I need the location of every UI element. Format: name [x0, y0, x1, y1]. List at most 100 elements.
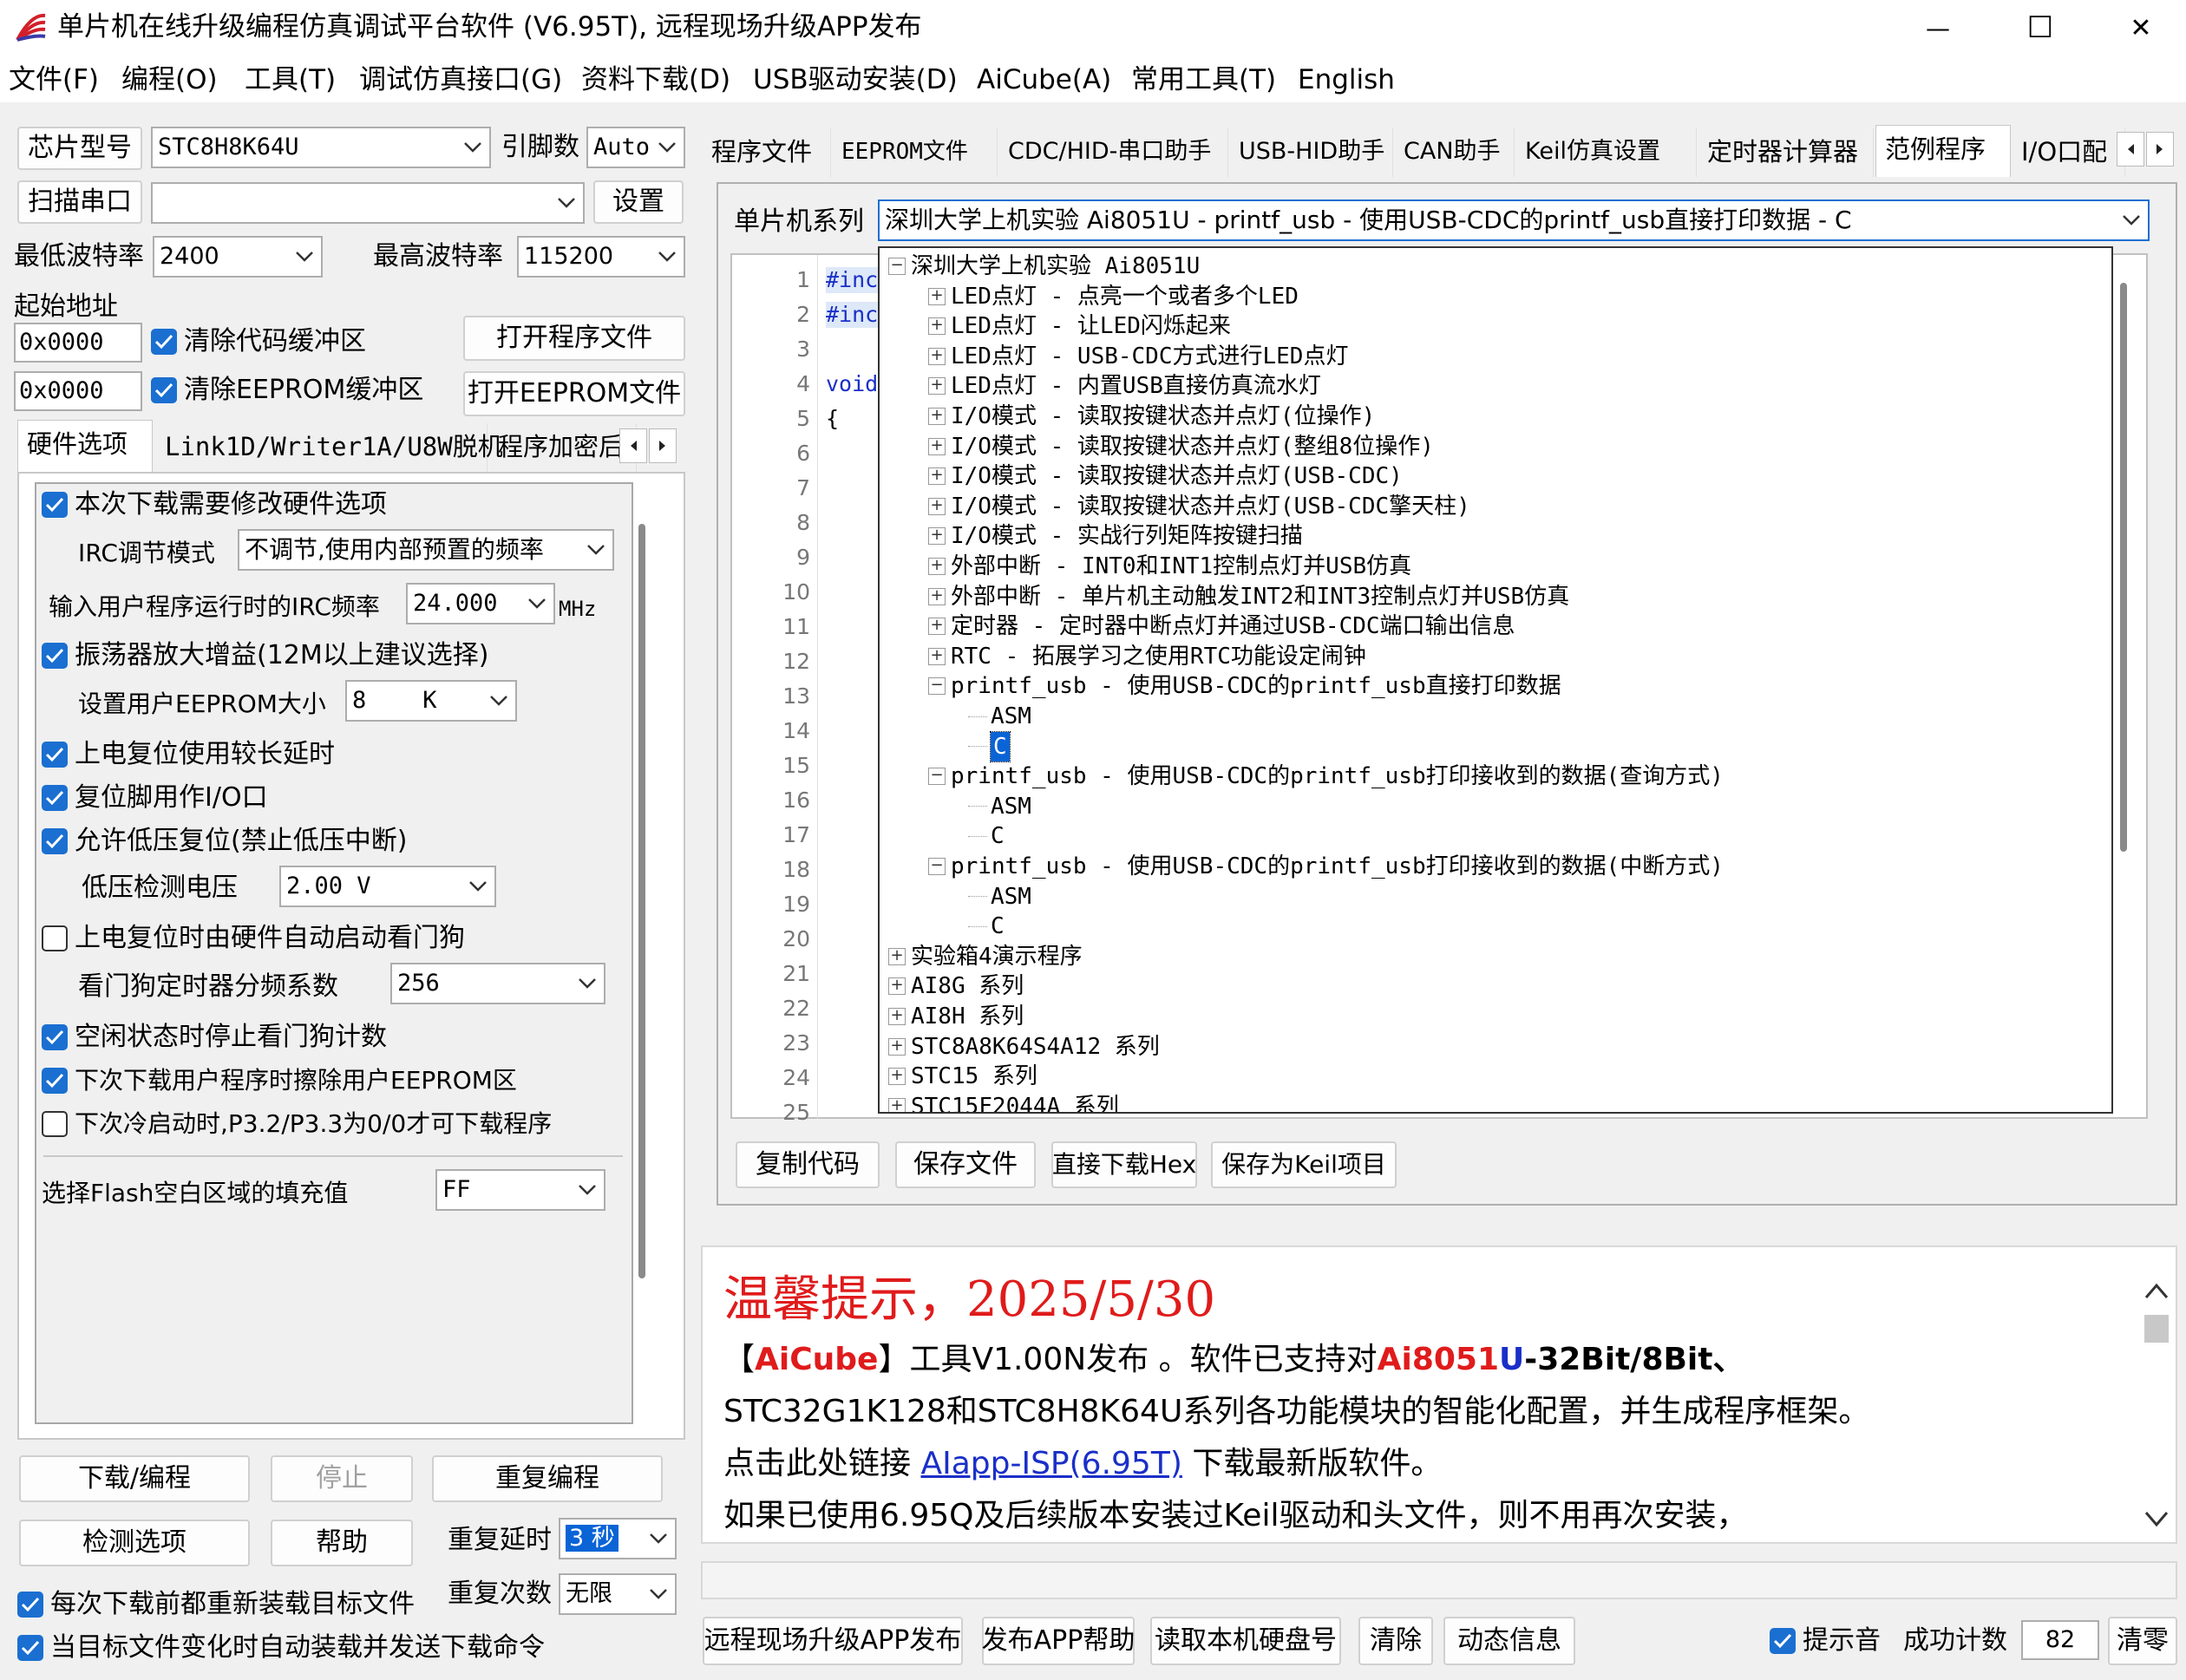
tree-node[interactable]: + RTC - 拓展学习之使用RTC功能设定闹钟 [928, 642, 1366, 671]
expand-icon[interactable]: + [928, 377, 946, 395]
tree-node[interactable]: + 实验箱4演示程序 [888, 942, 1083, 971]
reset-pin-io-checkbox[interactable]: 复位脚用作I/O口 [42, 781, 268, 815]
scan-port-button[interactable]: 扫描串口 [17, 180, 142, 224]
collapse-icon[interactable]: − [928, 768, 946, 786]
tab-hardware-options[interactable]: 硬件选项 [17, 420, 153, 472]
oscillator-gain-checkbox[interactable]: 振荡器放大增益(12M以上建议选择) [42, 638, 488, 673]
tree-node[interactable]: + LED点灯 - 内置USB直接仿真流水灯 [928, 371, 1321, 401]
menu-file[interactable]: 文件(F) [9, 62, 99, 97]
eeprom-size-select[interactable]: 8 K [345, 680, 517, 722]
tree-node[interactable]: ASM [968, 702, 1031, 731]
scroll-down-icon[interactable] [2143, 1506, 2170, 1532]
tree-node[interactable]: ASM [968, 792, 1031, 821]
chip-model-select[interactable]: STC8H8K64U [151, 127, 491, 168]
expand-icon[interactable]: + [888, 1097, 906, 1112]
tree-node[interactable]: − printf_usb - 使用USB-CDC的printf_usb打印接收到的… [928, 852, 1724, 881]
collapse-icon[interactable]: − [928, 858, 946, 875]
download-link[interactable]: AIapp-ISP(6.95T) [920, 1446, 1181, 1481]
tab-encryption[interactable]: 程序加密后 [489, 423, 637, 472]
tree-node[interactable]: + LED点灯 - USB-CDC方式进行LED点灯 [928, 342, 1348, 371]
tree-node[interactable]: + STC15F2044A 系列 [888, 1092, 1119, 1112]
tab-offline-writer[interactable]: Link1D/Writer1A/U8W脱机 [156, 423, 503, 472]
flash-fill-select[interactable]: FF [435, 1169, 605, 1211]
tree-node[interactable]: + LED点灯 - 让LED闪烁起来 [928, 311, 1231, 341]
dynamic-info-button[interactable]: 动态信息 [1443, 1617, 1575, 1665]
tree-scrollbar-thumb[interactable] [2120, 283, 2127, 852]
modify-hardware-checkbox[interactable]: 本次下载需要修改硬件选项 [42, 487, 387, 522]
menu-tools[interactable]: 工具(T) [245, 62, 336, 97]
notice-scrollbar[interactable] [2139, 1278, 2174, 1539]
minimize-button[interactable]: — [1888, 0, 1988, 56]
max-baud-select[interactable]: 115200 [517, 236, 685, 278]
collapse-icon[interactable]: − [928, 677, 946, 696]
tree-node[interactable]: + I/O模式 - 读取按键状态并点灯(USB-CDC擎天柱) [928, 492, 1470, 521]
clear-button[interactable]: 清除 [1358, 1617, 1433, 1665]
min-baud-select[interactable]: 2400 [153, 236, 323, 278]
tree-node[interactable]: C [968, 730, 1011, 762]
expand-icon[interactable]: + [928, 497, 946, 515]
tree-node[interactable]: C [968, 912, 1005, 941]
expand-icon[interactable]: + [928, 618, 946, 636]
tree-node[interactable]: − printf_usb - 使用USB-CDC的printf_usb直接打印数据 [928, 671, 1561, 701]
chip-model-label-button[interactable]: 芯片型号 [17, 127, 142, 170]
expand-icon[interactable]: + [928, 437, 946, 455]
tree-node[interactable]: + 外部中断 - 单片机主动触发INT2和INT3控制点灯并USB仿真 [928, 582, 1569, 611]
save-keil-project-button[interactable]: 保存为Keil项目 [1211, 1141, 1397, 1188]
auto-watchdog-checkbox[interactable]: 上电复位时由硬件自动启动看门狗 [42, 921, 465, 956]
irc-mode-select[interactable]: 不调节,使用内部预置的频率 [238, 529, 614, 571]
menu-program[interactable]: 编程(O) [121, 62, 218, 97]
tree-node[interactable]: + 定时器 - 定时器中断点灯并通过USB-CDC端口输出信息 [928, 611, 1515, 641]
tab-eeprom-file[interactable]: EEPROM文件 [833, 128, 998, 177]
tree-node[interactable]: C [968, 821, 1005, 851]
open-eeprom-file-button[interactable]: 打开EEPROM文件 [463, 371, 685, 416]
tree-node[interactable]: + STC8A8K64S4A12 系列 [888, 1032, 1160, 1062]
close-button[interactable]: ✕ [2091, 0, 2186, 56]
long-reset-delay-checkbox[interactable]: 上电复位使用较长延时 [42, 737, 335, 772]
copy-code-button[interactable]: 复制代码 [736, 1141, 880, 1188]
expand-icon[interactable]: + [928, 317, 946, 336]
watchdog-prescaler-select[interactable]: 256 [390, 963, 605, 1004]
expand-icon[interactable]: + [928, 347, 946, 365]
expand-icon[interactable]: + [888, 1037, 906, 1056]
auto-reload-checkbox[interactable]: 当目标文件变化时自动装载并发送下载命令 [17, 1631, 545, 1665]
cold-start-pin-checkbox[interactable]: 下次冷启动时,P3.2/P3.3为0/0才可下载程序 [42, 1107, 552, 1141]
collapse-icon[interactable]: − [888, 258, 906, 275]
tree-node[interactable]: + STC15 系列 [888, 1062, 1037, 1091]
tab-program-file[interactable]: 程序文件 [703, 128, 831, 177]
menu-debug[interactable]: 调试仿真接口(G) [359, 62, 562, 97]
port-select[interactable] [151, 182, 585, 224]
tree-node[interactable]: + I/O模式 - 读取按键状态并点灯(位操作) [928, 402, 1375, 431]
options-scrollbar[interactable] [638, 524, 645, 1278]
example-tree-dropdown[interactable]: − 深圳大学上机实验 Ai8051U + LED点灯 - 点亮一个或者多个LED + LE… [878, 246, 2113, 1114]
tab-keil-settings[interactable]: Keil仿真设置 [1516, 128, 1697, 177]
low-voltage-reset-checkbox[interactable]: 允许低压复位(禁止低压中断) [42, 824, 407, 859]
expand-icon[interactable]: + [928, 408, 946, 425]
tree-node[interactable]: + 外部中断 - INT0和INT1控制点灯并USB仿真 [928, 552, 1411, 581]
expand-icon[interactable]: + [888, 947, 906, 965]
tab-example-programs[interactable]: 范例程序 [1875, 125, 2011, 177]
tab-usb-hid[interactable]: USB-HID助手 [1230, 128, 1393, 177]
download-program-button[interactable]: 下载/编程 [19, 1455, 250, 1502]
pin-count-select[interactable]: Auto [586, 127, 685, 168]
menu-download[interactable]: 资料下载(D) [581, 62, 730, 97]
scroll-up-icon[interactable] [2143, 1278, 2170, 1304]
tree-node[interactable]: + AI8G 系列 [888, 971, 1024, 1001]
tab-can-assistant[interactable]: CAN助手 [1395, 128, 1515, 177]
notice-scroll-thumb[interactable] [2144, 1315, 2169, 1343]
code-address-input[interactable]: 0x0000 [14, 323, 142, 363]
tab-scroll-right-icon[interactable] [649, 428, 677, 463]
tree-node[interactable]: + I/O模式 - 读取按键状态并点灯(USB-CDC) [928, 461, 1403, 491]
read-disk-id-button[interactable]: 读取本机硬盘号 [1150, 1617, 1341, 1665]
tree-node[interactable]: + LED点灯 - 点亮一个或者多个LED [928, 282, 1299, 311]
tree-node[interactable]: ASM [968, 882, 1031, 912]
idle-stop-watchdog-checkbox[interactable]: 空闲状态时停止看门狗计数 [42, 1020, 387, 1055]
lvd-voltage-select[interactable]: 2.00 V [279, 866, 496, 907]
tree-node[interactable]: − 深圳大学上机实验 Ai8051U [888, 252, 1200, 281]
menu-common-tools[interactable]: 常用工具(T) [1131, 62, 1276, 97]
clear-code-checkbox[interactable]: 清除代码缓冲区 [151, 324, 366, 359]
tab-scroll-left-icon[interactable] [619, 428, 647, 463]
menu-aicube[interactable]: AiCube(A) [977, 62, 1111, 97]
expand-icon[interactable]: + [928, 647, 946, 665]
tab-timer-calculator[interactable]: 定时器计算器 [1698, 128, 1874, 177]
menu-usb-driver[interactable]: USB驱动安装(D) [753, 62, 958, 97]
